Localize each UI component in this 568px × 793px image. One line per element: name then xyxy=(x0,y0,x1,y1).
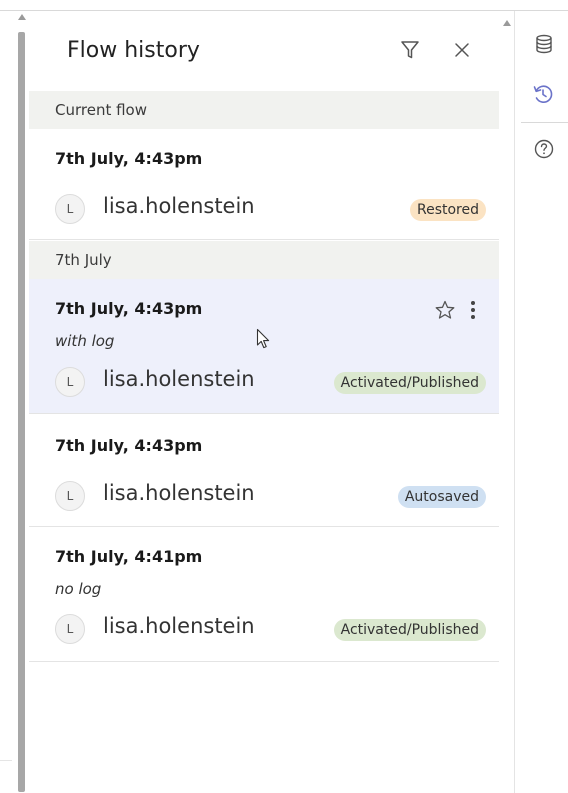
avatar: L xyxy=(55,481,85,511)
history-icon[interactable] xyxy=(532,83,554,105)
section-label: 7th July xyxy=(55,251,112,269)
entry-time: 7th July, 4:43pm xyxy=(55,149,203,168)
entry-user: lisa.holenstein xyxy=(103,367,255,391)
section-label: Current flow xyxy=(55,101,147,119)
avatar: L xyxy=(55,194,85,224)
scroll-up-arrow-icon[interactable] xyxy=(18,14,26,20)
avatar: L xyxy=(55,367,85,397)
entry-note: no log xyxy=(55,580,102,598)
panel-header: Flow history xyxy=(29,11,499,91)
history-entry[interactable]: 7th July, 4:43pm L lisa.holenstein Resto… xyxy=(29,129,499,240)
scroll-up-arrow-icon[interactable] xyxy=(503,20,511,26)
status-badge: Restored xyxy=(409,199,486,221)
scrollbar-left[interactable] xyxy=(18,32,25,792)
left-divider xyxy=(0,760,12,761)
entry-note: with log xyxy=(55,332,115,350)
entry-time: 7th July, 4:41pm xyxy=(55,547,203,566)
database-icon[interactable] xyxy=(533,33,555,55)
rail-separator xyxy=(521,122,568,123)
status-badge: Autosaved xyxy=(397,486,486,508)
history-entry[interactable]: 7th July, 4:41pm no log L lisa.holenstei… xyxy=(29,527,499,662)
entry-user: lisa.holenstein xyxy=(103,194,255,218)
section-header-current-flow: Current flow xyxy=(29,91,499,129)
rail-divider xyxy=(514,11,515,793)
entry-time: 7th July, 4:43pm xyxy=(55,299,203,318)
status-badge: Activated/Published xyxy=(333,372,486,394)
filter-icon[interactable] xyxy=(399,39,421,61)
entry-user: lisa.holenstein xyxy=(103,481,255,505)
entry-user: lisa.holenstein xyxy=(103,614,255,638)
more-options-icon[interactable] xyxy=(468,299,478,321)
flow-history-panel: Flow history Current flow 7th July, 4:43… xyxy=(29,11,499,793)
entry-time: 7th July, 4:43pm xyxy=(55,436,203,455)
mouse-cursor-icon xyxy=(256,328,270,349)
history-entry[interactable]: 7th July, 4:43pm L lisa.holenstein Autos… xyxy=(29,414,499,527)
star-icon[interactable] xyxy=(434,299,456,321)
section-header-date: 7th July xyxy=(29,241,499,279)
status-badge: Activated/Published xyxy=(333,619,486,641)
close-icon[interactable] xyxy=(451,39,473,61)
avatar: L xyxy=(55,614,85,644)
help-icon[interactable] xyxy=(533,138,555,160)
page-title: Flow history xyxy=(67,38,200,63)
